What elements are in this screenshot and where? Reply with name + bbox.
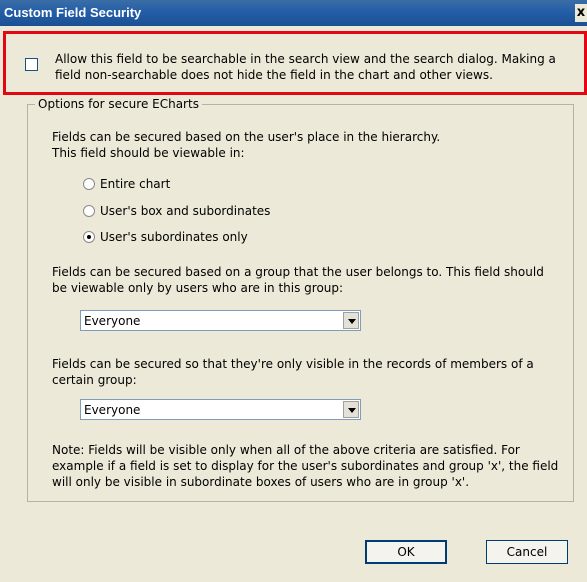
- ok-button[interactable]: OK: [365, 540, 447, 564]
- select-value: Everyone: [84, 403, 141, 417]
- group-title: Options for secure ECharts: [35, 96, 202, 112]
- radio-button[interactable]: [83, 231, 95, 243]
- radio-selected-dot: [87, 235, 91, 239]
- searchable-checkbox-label[interactable]: Allow this field to be searchable in the…: [55, 51, 580, 83]
- note-text: Note: Fields will be visible only when a…: [52, 443, 559, 489]
- records-security-text: Fields can be secured so that they're on…: [52, 357, 534, 387]
- radio-label: User's box and subordinates: [100, 204, 271, 218]
- select-value: Everyone: [84, 314, 141, 328]
- radio-button[interactable]: [83, 178, 95, 190]
- title-bar[interactable]: Custom Field Security x: [0, 0, 587, 26]
- radio-label: Entire chart: [100, 177, 171, 191]
- hierarchy-text-line-1: Fields can be secured based on the user'…: [52, 130, 441, 144]
- cancel-button[interactable]: Cancel: [486, 540, 568, 564]
- hierarchy-text-line-2: This field should be viewable in:: [52, 146, 245, 160]
- searchable-checkbox[interactable]: [25, 58, 38, 71]
- close-icon[interactable]: x: [575, 4, 587, 22]
- radio-button[interactable]: [83, 205, 95, 217]
- viewable-group-select[interactable]: Everyone: [80, 310, 361, 331]
- dropdown-arrow-icon[interactable]: [343, 401, 359, 418]
- dialog-title: Custom Field Security: [4, 5, 142, 20]
- custom-field-security-dialog: Custom Field Security x Allow this field…: [0, 0, 587, 582]
- group-security-text: Fields can be secured based on a group t…: [52, 265, 544, 295]
- radio-label: User's subordinates only: [100, 230, 248, 244]
- records-group-select[interactable]: Everyone: [80, 399, 361, 420]
- dropdown-arrow-icon[interactable]: [343, 312, 359, 329]
